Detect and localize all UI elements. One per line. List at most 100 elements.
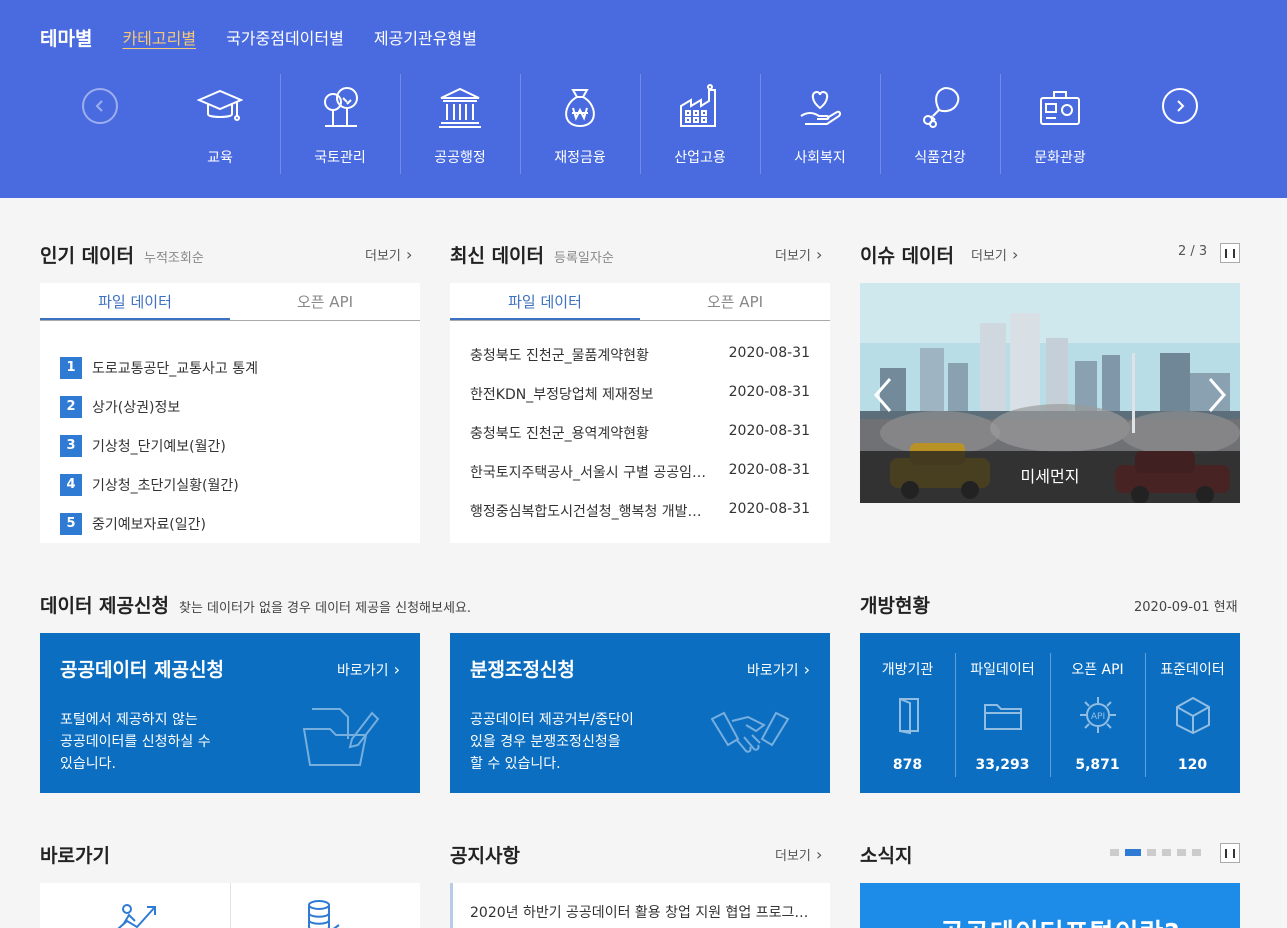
category-welfare[interactable]: 사회복지: [760, 74, 880, 174]
stat-label: 표준데이터: [1160, 662, 1225, 678]
category-culture-tourism[interactable]: 문화관광: [1000, 74, 1120, 174]
item-title: 기상청_초단기실황(월간): [92, 477, 239, 494]
latest-list: 충청북도 진천군_물품계약현황 2020-08-31 한전KDN_부정당업체 제재…: [450, 321, 830, 540]
news-pause-button[interactable]: [1220, 843, 1240, 863]
category-finance[interactable]: 재정금융: [520, 74, 640, 174]
item-date: 2020-08-31: [728, 462, 810, 478]
tab-provider-type[interactable]: 제공기관유형별: [374, 25, 477, 49]
category-education[interactable]: 교육: [160, 74, 280, 174]
public-data-request-link[interactable]: 바로가기: [337, 660, 400, 680]
page-dot[interactable]: [1147, 849, 1156, 856]
news-heading: 소식지: [860, 841, 912, 868]
page-dot[interactable]: [1110, 849, 1119, 856]
issue-heading: 이슈 데이터: [860, 241, 954, 268]
list-item[interactable]: 3 기상청_단기예보(월간): [60, 426, 400, 465]
item-title: 중기예보자료(일간): [92, 516, 206, 533]
notice-panel[interactable]: 2020년 하반기 공공데이터 활용 창업 지원 협업 프로그램 안내 2020…: [450, 883, 830, 928]
list-item[interactable]: 2 상가(상권)정보: [60, 387, 400, 426]
rank-badge: 5: [60, 512, 82, 535]
category-label: 사회복지: [794, 150, 846, 166]
shortcut-heading: 바로가기: [40, 841, 110, 868]
shortcut-item-database[interactable]: [229, 883, 421, 928]
tab-category[interactable]: 카테고리별: [122, 25, 196, 49]
category-industry[interactable]: 산업고용: [640, 74, 760, 174]
category-prev-button[interactable]: [82, 88, 118, 124]
shortcut-item-startup[interactable]: [40, 883, 230, 928]
issue-pager: 2 / 3: [1178, 244, 1208, 259]
tab-national-key-data[interactable]: 국가중점데이터별: [226, 25, 344, 49]
list-item[interactable]: 5 중기예보자료(일간): [60, 504, 400, 543]
news-title: 소식지: [860, 845, 913, 867]
popular-more-link[interactable]: 더보기: [365, 245, 412, 264]
issue-more-link[interactable]: 더보기: [971, 245, 1018, 264]
rank-badge: 2: [60, 395, 82, 418]
stat-label: 오픈 API: [1071, 662, 1124, 678]
list-item[interactable]: 충청북도 진천군_물품계약현황 2020-08-31: [470, 345, 810, 384]
issue-title: 이슈 데이터: [860, 245, 955, 267]
news-pagination: [1110, 849, 1201, 856]
dispute-mediation-link[interactable]: 바로가기: [747, 660, 810, 680]
item-title: 기상청_단기예보(월간): [92, 438, 226, 455]
factory-icon: [680, 84, 716, 127]
category-next-button[interactable]: [1162, 88, 1198, 124]
list-item[interactable]: 행정중심복합도시건설청_행복청 개발사업 2020-08-31: [470, 501, 810, 540]
stat-file-data[interactable]: 파일데이터 33,293: [955, 633, 1050, 793]
category-food-health[interactable]: 식품건강: [880, 74, 1000, 174]
rank-badge: 4: [60, 473, 82, 496]
item-title: 상가(상권)정보: [92, 399, 181, 416]
page-dot[interactable]: [1162, 849, 1171, 856]
popular-list: 1 도로교통공단_교통사고 통계 2 상가(상권)정보 3 기상청_단기예보(월간) …: [40, 321, 420, 543]
category-label: 교육: [207, 150, 233, 166]
chevron-right-icon: [1177, 100, 1185, 112]
growth-climb-icon: [117, 904, 156, 928]
slide-prev-arrow-icon[interactable]: [870, 375, 896, 415]
tab-file-data[interactable]: 파일 데이터: [450, 283, 640, 320]
list-item[interactable]: 충청북도 진천군_용역계약현황 2020-08-31: [470, 423, 810, 462]
cube-icon: [1175, 696, 1210, 735]
news-banner[interactable]: 공공데이터포털이란?: [860, 883, 1240, 928]
category-land[interactable]: 국토관리: [280, 74, 400, 174]
list-item[interactable]: 4 기상청_초단기실황(월간): [60, 465, 400, 504]
issue-pause-button[interactable]: [1220, 243, 1240, 263]
news-banner-title: 공공데이터포털이란?: [940, 913, 1180, 928]
popular-subtitle: 누적조회순: [144, 251, 204, 266]
notice-title: 공지사항: [450, 845, 520, 867]
folder-pen-icon: [302, 708, 380, 766]
slide-next-arrow-icon[interactable]: [1204, 375, 1230, 415]
box-description: 공공데이터 제공거부/중단이 있을 경우 분쟁조정신청을 할 수 있습니다.: [470, 712, 634, 772]
government-building-icon: [439, 87, 481, 128]
page-dot[interactable]: [1177, 849, 1186, 856]
list-item[interactable]: 한국토지주택공사_서울시 구별 공공임대주택 2020-08-31: [470, 462, 810, 501]
category-list: 교육 국토관리 공공행정 재정금융 산업고용 사회복지 식품건강 문화관광: [160, 74, 1120, 174]
item-title: 한국토지주택공사_서울시 구별 공공임대주택: [470, 465, 710, 481]
stat-open-api[interactable]: 오픈 API API 5,871: [1050, 633, 1145, 793]
stat-value: 33,293: [975, 757, 1030, 773]
stat-standard-data[interactable]: 표준데이터 120: [1145, 633, 1240, 793]
category-label: 식품건강: [914, 150, 966, 166]
stat-value: 120: [1177, 757, 1208, 773]
category-public-admin[interactable]: 공공행정: [400, 74, 520, 174]
theme-section: 테마별 카테고리별 국가중점데이터별 제공기관유형별 교육 국토관리 공공행정 …: [0, 0, 1287, 198]
notice-item-title[interactable]: 2020년 하반기 공공데이터 활용 창업 지원 협업 프로그램 안내: [470, 902, 815, 922]
latest-heading: 최신 데이터 등록일자순: [450, 241, 614, 268]
request-subtitle: 찾는 데이터가 없을 경우 데이터 제공을 신청해보세요.: [178, 601, 472, 616]
list-item[interactable]: 1 도로교통공단_교통사고 통계: [60, 348, 400, 387]
notice-more-link[interactable]: 더보기: [775, 845, 822, 864]
stat-institutions[interactable]: 개방기관 878: [860, 633, 955, 793]
page-dot-active[interactable]: [1125, 849, 1141, 856]
dispute-mediation-box[interactable]: 분쟁조정신청 바로가기 공공데이터 제공거부/중단이 있을 경우 분쟁조정신청을…: [450, 633, 830, 793]
page-dot[interactable]: [1192, 849, 1201, 856]
item-title: 행정중심복합도시건설청_행복청 개발사업: [470, 504, 710, 520]
theme-title: 테마별: [40, 27, 93, 50]
tab-open-api[interactable]: 오픈 API: [640, 283, 830, 320]
tab-file-data[interactable]: 파일 데이터: [40, 283, 230, 320]
public-data-request-box[interactable]: 공공데이터 제공신청 바로가기 포털에서 제공하지 않는 공공데이터를 신청하실…: [40, 633, 420, 793]
issue-slide-image[interactable]: 미세먼지: [860, 283, 1240, 503]
trees-icon: [324, 87, 358, 127]
notice-heading: 공지사항: [450, 841, 520, 868]
svg-text:API: API: [1090, 712, 1104, 722]
latest-panel: 파일 데이터 오픈 API 충청북도 진천군_물품계약현황 2020-08-31 …: [450, 283, 830, 543]
tab-open-api[interactable]: 오픈 API: [230, 283, 420, 320]
list-item[interactable]: 한전KDN_부정당업체 제재정보 2020-08-31: [470, 384, 810, 423]
latest-more-link[interactable]: 더보기: [775, 245, 822, 264]
